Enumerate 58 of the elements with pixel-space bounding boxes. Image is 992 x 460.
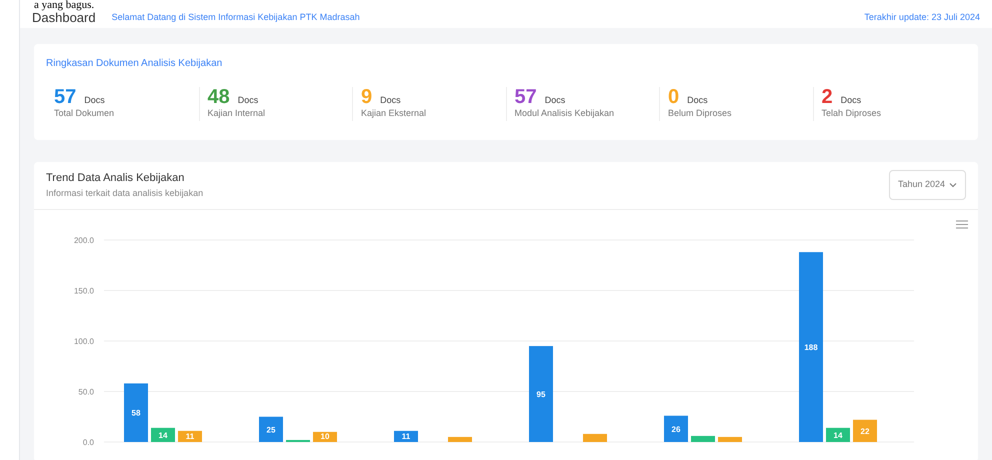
stat-label: Kajian Eksternal [361, 107, 428, 120]
stat-value: 2 [822, 86, 833, 106]
bar-label: 58 [132, 408, 140, 418]
bar [124, 382, 148, 442]
stat-value: 57 [54, 86, 76, 106]
stat-unit: Docs [380, 94, 401, 106]
stat-unit: Docs [687, 94, 708, 106]
axis-label: 200.0 [74, 236, 94, 244]
bar [583, 433, 607, 442]
bar-label: 14 [158, 430, 168, 440]
update-info: Terakhir update: 23 Juli 2024 [864, 11, 980, 24]
bar [259, 416, 283, 442]
bar-label: 11 [186, 432, 194, 440]
stat-unit: Docs [840, 94, 862, 106]
trend-subtitle: Informasi terkait data analisis kebijakan [46, 186, 204, 200]
stat-value: 0 [668, 86, 680, 106]
stat-unit: Docs [238, 94, 258, 106]
bar-label: 188 [804, 342, 818, 352]
stat-unit: Docs [544, 94, 566, 106]
breadcrumb[interactable]: Selamat Datang di Sistem Informasi Kebijakan PTK Madrasah [112, 11, 360, 24]
bar [718, 436, 742, 442]
caption: a yang bagus. [34, 0, 94, 11]
bar [448, 436, 472, 442]
axis-label: 150.0 [74, 286, 94, 295]
axis-label: 100.0 [74, 336, 94, 346]
stat-label: Telah Diproses [822, 107, 882, 120]
bar-label: 10 [320, 432, 330, 440]
stat-label: Belum Diproses [668, 107, 733, 120]
chevron-down-icon [949, 181, 957, 189]
year-select[interactable]: Tahun 2024 [888, 170, 966, 200]
trend-title: Trend Data Analis Kebijakan [46, 171, 186, 186]
bar [151, 427, 175, 442]
bar-label: 22 [860, 426, 870, 436]
page-title: Dashboard [32, 10, 96, 27]
stat-label: Modul Analisis Kebijakan [514, 107, 616, 120]
bar [286, 439, 310, 442]
bar [313, 431, 337, 442]
stat-value: 57 [514, 86, 537, 106]
bar-label: 25 [266, 424, 276, 434]
stat-value: 48 [208, 86, 230, 106]
axis-label: 50.0 [78, 387, 94, 396]
bar-label: 95 [536, 390, 546, 399]
stat-unit: Docs [84, 94, 105, 106]
bar [178, 430, 202, 442]
bar [826, 427, 850, 442]
stat-value: 9 [361, 86, 372, 106]
bar-label: 26 [672, 424, 680, 434]
bar-label: 14 [834, 430, 842, 440]
bar [664, 415, 688, 442]
axis-label: 0.0 [82, 438, 94, 446]
bar-label: 11 [402, 432, 410, 440]
stat-label: Total Dokumen [54, 107, 116, 120]
stat-label: Kajian Internal [208, 107, 266, 120]
summary-title: Ringkasan Dokumen Analisis Kebijakan [46, 56, 224, 70]
menu-icon[interactable] [956, 220, 968, 228]
bar [853, 419, 877, 442]
bar [394, 430, 418, 442]
bar [691, 435, 715, 442]
